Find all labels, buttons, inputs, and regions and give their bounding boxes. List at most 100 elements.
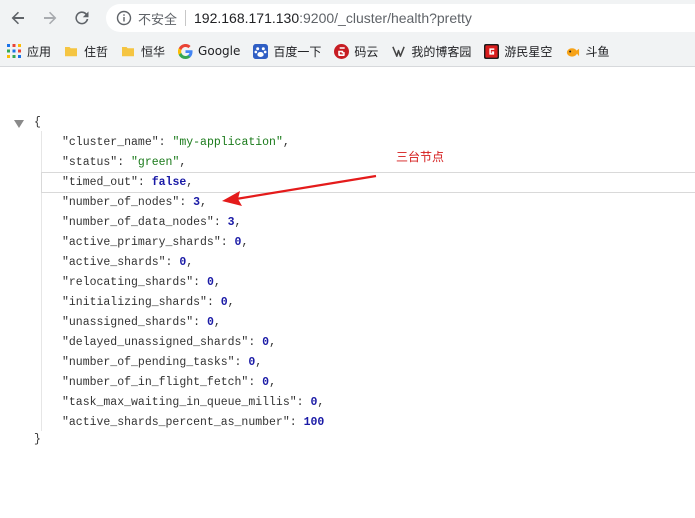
json-comma: ,	[269, 376, 276, 389]
json-colon: :	[289, 416, 304, 429]
bookmark-gitee[interactable]: 码云	[327, 39, 384, 63]
arrow-right-icon	[44, 11, 57, 25]
json-key: "timed_out"	[62, 176, 138, 189]
bookmark-label: 百度一下	[273, 44, 322, 59]
address-bar[interactable]: 不安全 192.168.171.130:9200/_cluster/health…	[106, 4, 695, 32]
json-colon: :	[193, 276, 207, 289]
json-key: "delayed_unassigned_shards"	[62, 336, 249, 349]
bookmarks-bar: 应用 住哲 恒华 Google 百度一下 码云 我的博客园 游民星空 斗鱼	[0, 36, 695, 67]
json-colon: :	[234, 356, 249, 369]
json-colon: :	[179, 196, 194, 209]
folder-icon	[63, 43, 79, 59]
bookmark-label: 游民星空	[504, 44, 553, 59]
json-value: 100	[303, 416, 325, 429]
gitee-icon	[333, 43, 349, 59]
json-colon: :	[213, 216, 228, 229]
json-entry: "active_primary_shards": 0,	[62, 235, 248, 251]
json-entry: "number_of_pending_tasks": 0,	[62, 355, 262, 371]
json-key: "active_primary_shards"	[62, 236, 221, 249]
json-comma: ,	[317, 396, 325, 409]
json-colon: :	[206, 296, 221, 309]
folder-icon	[120, 43, 136, 59]
json-entry: "delayed_unassigned_shards": 0,	[62, 335, 276, 351]
collapse-triangle-icon[interactable]	[14, 120, 24, 128]
json-comma: ,	[227, 296, 235, 309]
bookmark-blog[interactable]: 我的博客园	[384, 39, 477, 63]
json-entry: "number_of_in_flight_fetch": 0,	[62, 375, 276, 391]
json-comma: ,	[234, 216, 242, 229]
json-value: "my-application"	[172, 136, 283, 149]
json-value: false	[151, 176, 187, 189]
baidu-icon	[252, 43, 268, 59]
browser-toolbar: 不安全 192.168.171.130:9200/_cluster/health…	[0, 0, 695, 36]
json-value: 3	[227, 216, 235, 229]
bookmark-zhuzhe[interactable]: 住哲	[57, 39, 114, 63]
json-key: "number_of_pending_tasks"	[62, 356, 235, 369]
bookmark-douyu[interactable]: 斗鱼	[558, 39, 615, 63]
json-key: "active_shards"	[62, 256, 166, 269]
json-colon: :	[117, 156, 132, 169]
json-comma: ,	[213, 276, 221, 289]
forward-button[interactable]	[36, 4, 64, 32]
json-key: "number_of_in_flight_fetch"	[62, 376, 249, 389]
reload-button[interactable]	[68, 4, 96, 32]
bookmark-label: 码云	[354, 44, 379, 59]
json-entry: "active_shards_percent_as_number": 100	[62, 415, 324, 431]
reload-icon	[75, 11, 89, 25]
json-comma: ,	[282, 136, 290, 149]
json-key: "task_max_waiting_in_queue_millis"	[62, 396, 297, 409]
apps-grid-icon	[6, 43, 22, 59]
back-button[interactable]	[4, 4, 32, 32]
bookmark-label: 应用	[27, 44, 52, 59]
json-entry: "task_max_waiting_in_queue_millis": 0,	[62, 395, 324, 411]
arrow-left-icon	[11, 11, 24, 25]
json-colon: :	[193, 316, 207, 329]
annotation-label: 三台节点	[396, 150, 445, 164]
json-entry: "relocating_shards": 0,	[62, 275, 221, 291]
bookmark-label: 恒华	[141, 44, 166, 59]
json-comma: ,	[179, 156, 187, 169]
json-comma: ,	[186, 176, 194, 189]
json-value: 0	[206, 276, 214, 289]
json-key: "initializing_shards"	[62, 296, 207, 309]
url-text[interactable]: 192.168.171.130:9200/_cluster/health?pre…	[194, 10, 472, 26]
bookmark-label: 住哲	[84, 44, 109, 59]
json-key: "cluster_name"	[62, 136, 159, 149]
bookmark-label: 我的博客园	[411, 44, 472, 59]
url-separator	[185, 10, 187, 26]
json-entry: "number_of_data_nodes": 3,	[62, 215, 241, 231]
url-path: :9200/_cluster/health?pretty	[299, 10, 472, 26]
bookmark-gamersky[interactable]: 游民星空	[477, 39, 558, 63]
json-value: 3	[193, 196, 201, 209]
url-host: 192.168.171.130	[194, 10, 300, 26]
bookmark-henghua[interactable]: 恒华	[114, 39, 171, 63]
info-icon[interactable]	[116, 10, 132, 26]
json-value: 0	[220, 296, 228, 309]
json-comma: ,	[241, 236, 249, 249]
json-key: "status"	[62, 156, 118, 169]
bookmark-google[interactable]: Google	[171, 39, 246, 63]
json-comma: ,	[200, 196, 207, 209]
json-entry: "cluster_name": "my-application",	[62, 135, 290, 151]
json-comma: ,	[186, 256, 194, 269]
json-comma: ,	[213, 316, 221, 329]
bookmark-baidu[interactable]: 百度一下	[246, 39, 327, 63]
bookmark-label: Google	[198, 44, 241, 58]
json-colon: :	[248, 336, 263, 349]
json-colon: :	[158, 136, 173, 149]
json-value: 0	[206, 316, 214, 329]
json-key: "active_shards_percent_as_number"	[62, 416, 290, 429]
json-entry: "timed_out": false,	[62, 175, 193, 191]
json-entry: "status": "green",	[62, 155, 186, 171]
json-value: "green"	[131, 156, 180, 169]
json-colon: :	[248, 376, 263, 389]
not-secure-label[interactable]: 不安全	[138, 9, 177, 28]
json-entry: "unassigned_shards": 0,	[62, 315, 221, 331]
json-entry: "initializing_shards": 0,	[62, 295, 235, 311]
bookmark-apps[interactable]: 应用	[0, 39, 57, 63]
gamersky-icon	[483, 43, 499, 59]
douyu-icon	[564, 43, 580, 59]
json-comma: ,	[269, 336, 276, 349]
blog-icon	[390, 43, 406, 59]
json-entry: "number_of_nodes": 3,	[62, 195, 207, 211]
